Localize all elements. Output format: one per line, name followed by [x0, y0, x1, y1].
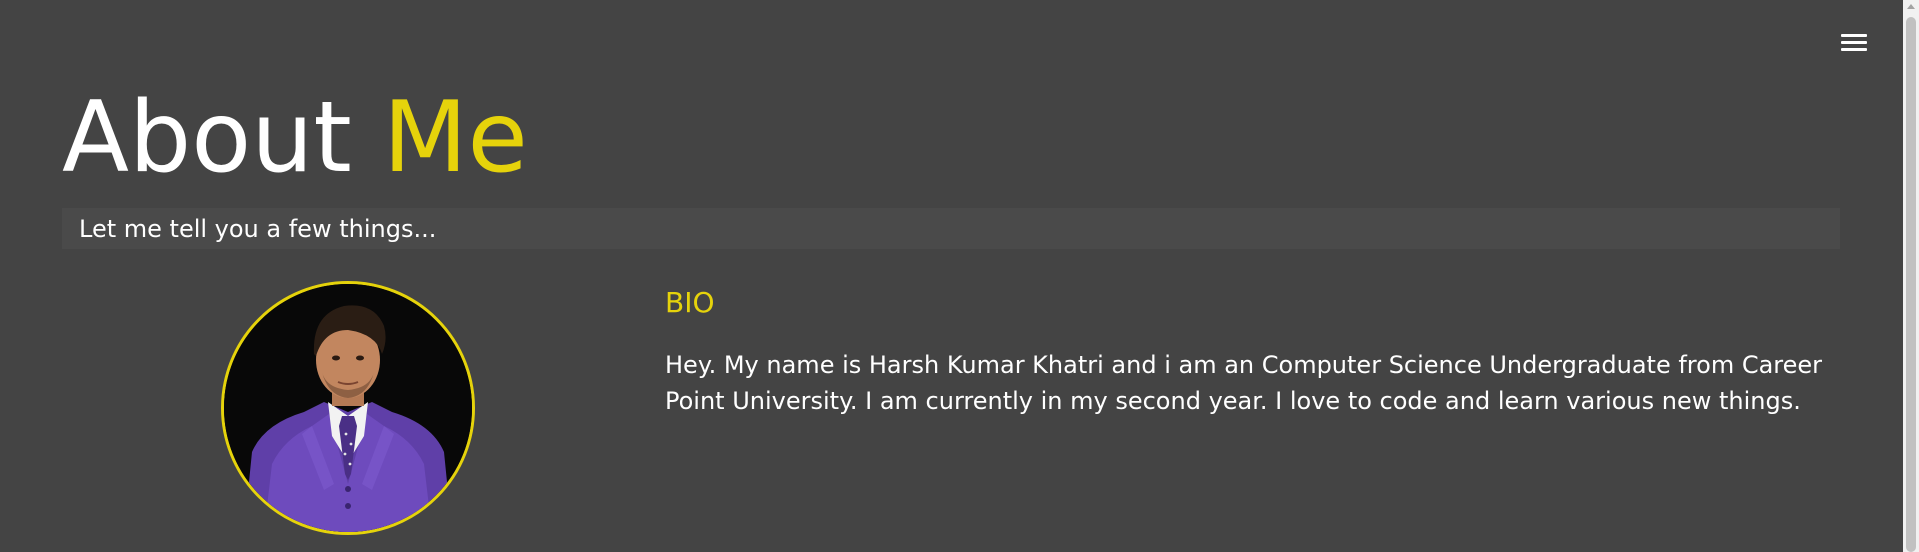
bio-heading: BIO	[665, 286, 715, 319]
title-accent: Me	[382, 81, 528, 195]
menu-line-icon	[1841, 34, 1867, 37]
profile-photo-illustration	[224, 284, 472, 532]
subtitle-text: Let me tell you a few things...	[79, 215, 437, 243]
scrollbar-thumb[interactable]	[1906, 17, 1916, 552]
about-page: About Me Let me tell you a few things...	[0, 0, 1919, 552]
bio-text: Hey. My name is Harsh Kumar Khatri and i…	[665, 351, 1823, 415]
title-main: About	[62, 81, 383, 195]
scroll-up-arrow-icon[interactable]	[1907, 4, 1915, 9]
page-title: About Me	[62, 82, 528, 194]
hamburger-menu-button[interactable]	[1838, 30, 1870, 56]
menu-line-icon	[1841, 41, 1867, 44]
vertical-scrollbar[interactable]	[1903, 0, 1919, 552]
subtitle-bar: Let me tell you a few things...	[62, 208, 1840, 249]
menu-line-icon	[1841, 48, 1867, 51]
profile-photo	[221, 281, 475, 535]
